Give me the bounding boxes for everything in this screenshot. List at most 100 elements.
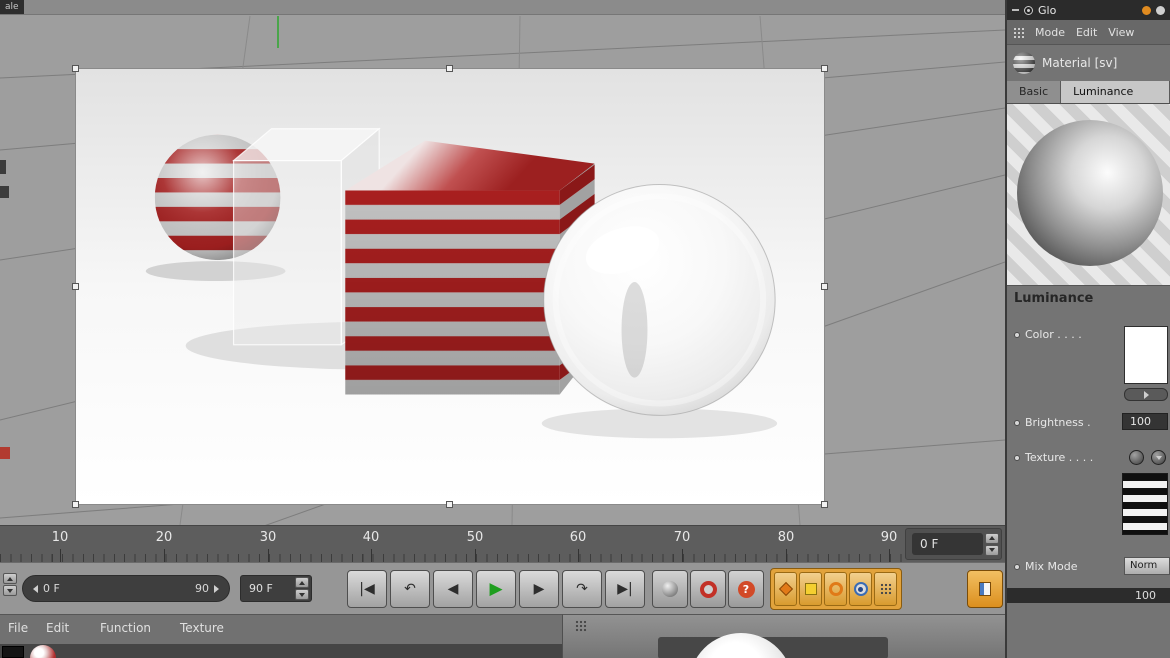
viewport-label: ale [0,0,24,14]
texture-menu-button[interactable] [1151,450,1166,465]
color-expand-button[interactable] [1124,388,1168,401]
selection-handle[interactable] [821,501,828,508]
next-key-icon: ↷ [576,581,588,597]
texture-knob-button[interactable] [1129,450,1144,465]
menu-texture[interactable]: Texture [180,621,224,635]
diamond-icon [778,582,792,596]
square-icon [805,583,817,595]
selection-handle[interactable] [72,65,79,72]
question-icon: ? [738,581,755,598]
window-dot-orange[interactable] [1142,6,1151,15]
section-title: Luminance [1007,286,1170,310]
material-sphere-icon [1013,52,1035,74]
timeline-major-tick [786,549,787,562]
timeline-tick-label: 10 [52,530,69,545]
previous-frame-button[interactable]: ◀ [433,570,473,608]
material-slot[interactable] [2,646,24,658]
document-icon [979,582,991,596]
selection-handle[interactable] [821,65,828,72]
stepper-up-button[interactable] [985,533,999,544]
selection-handle[interactable] [72,501,79,508]
options-button[interactable] [967,570,1003,608]
render-region[interactable] [75,68,825,505]
frame-number-field[interactable]: 0 F [912,533,983,555]
stepper-down-button[interactable] [3,585,17,596]
window-circle-icon[interactable] [1024,6,1033,15]
frame-stepper[interactable] [985,533,999,556]
current-frame-stepper[interactable] [295,577,309,600]
tab-luminance[interactable]: Luminance [1061,81,1170,103]
mix-mode-label: Mix Mode [1025,560,1078,573]
menu-file[interactable]: File [8,621,28,635]
window-dot-light[interactable] [1156,6,1165,15]
range-stepper[interactable] [3,573,17,596]
record-parameter-button[interactable] [849,572,872,606]
stepper-up-button[interactable] [295,577,309,588]
ring-icon [829,582,843,596]
selection-handle[interactable] [446,501,453,508]
timeline-major-tick [578,549,579,562]
brightness-row: Brightness . [1014,416,1091,429]
dot-grid-icon[interactable] [575,620,587,632]
record-point-level-button[interactable] [874,572,897,606]
color-swatch[interactable] [1124,326,1168,384]
property-bullet-icon [1014,332,1020,338]
timeline-ruler[interactable]: 10 20 30 40 50 60 70 80 90 0 F [0,525,1005,562]
record-snapshot-button[interactable] [652,570,688,608]
layout-grid-icon[interactable] [1013,27,1024,38]
tab-basic[interactable]: Basic [1007,81,1061,103]
timeline-frame-field-group: 0 F [905,528,1002,560]
3d-viewport[interactable]: ale [0,0,1005,525]
timeline-tick-label: 80 [778,530,795,545]
current-frame-field[interactable]: 90 F [241,582,295,595]
cinema4d-app: ale [0,0,1170,658]
menu-view[interactable]: View [1108,26,1134,39]
record-icon [700,581,717,598]
record-keyframe-button[interactable] [690,570,726,608]
range-end-label: 90 [195,582,209,595]
object-row[interactable]: Material [sv] [1007,45,1170,81]
blue-dot-icon [854,582,868,596]
material-shelf [0,644,562,658]
goto-start-button[interactable]: |◀ [347,570,387,608]
dot-grid-icon [880,583,892,595]
selection-handle[interactable] [446,65,453,72]
stepper-down-button[interactable] [985,545,999,556]
sphere-icon [662,581,678,597]
current-frame-field-group: 90 F [240,575,312,602]
play-button[interactable]: ▶ [476,570,516,608]
goto-end-icon: ▶| [617,581,632,597]
keying-toggle-group [770,568,902,610]
mix-mode-dropdown[interactable]: Norm [1124,557,1170,575]
next-key-button[interactable]: ↷ [562,570,602,608]
selection-handle[interactable] [821,283,828,290]
timeline-minor-ticks [0,554,905,562]
timeline-tick-label: 50 [467,530,484,545]
timeline-major-tick [371,549,372,562]
selection-handle[interactable] [72,283,79,290]
stepper-up-button[interactable] [3,573,17,584]
material-thumbnail[interactable] [30,645,56,658]
menu-edit[interactable]: Edit [46,621,69,635]
goto-end-button[interactable]: ▶| [605,570,645,608]
stepper-down-button[interactable] [295,589,309,600]
menu-mode[interactable]: Mode [1035,26,1065,39]
playback-range-slider[interactable]: 0 F 90 [22,575,230,602]
timeline-major-tick [682,549,683,562]
next-frame-button[interactable]: ▶ [519,570,559,608]
timeline-major-tick [60,549,61,562]
material-manager: File Edit Function Texture [0,614,562,658]
record-scale-button[interactable] [799,572,822,606]
texture-thumbnail[interactable] [1122,473,1168,535]
mix-strength-field[interactable]: 100 [1007,588,1170,603]
panel-titlebar[interactable]: Glo [1007,0,1170,20]
record-rotation-button[interactable] [824,572,847,606]
menu-edit[interactable]: Edit [1076,26,1097,39]
previous-key-button[interactable]: ↶ [390,570,430,608]
property-bullet-icon [1014,564,1020,570]
preview-sphere [1017,120,1163,266]
record-position-button[interactable] [774,572,797,606]
brightness-value-field[interactable]: 100 [1122,413,1168,430]
menu-function[interactable]: Function [100,621,151,635]
autokey-help-button[interactable]: ? [728,570,764,608]
